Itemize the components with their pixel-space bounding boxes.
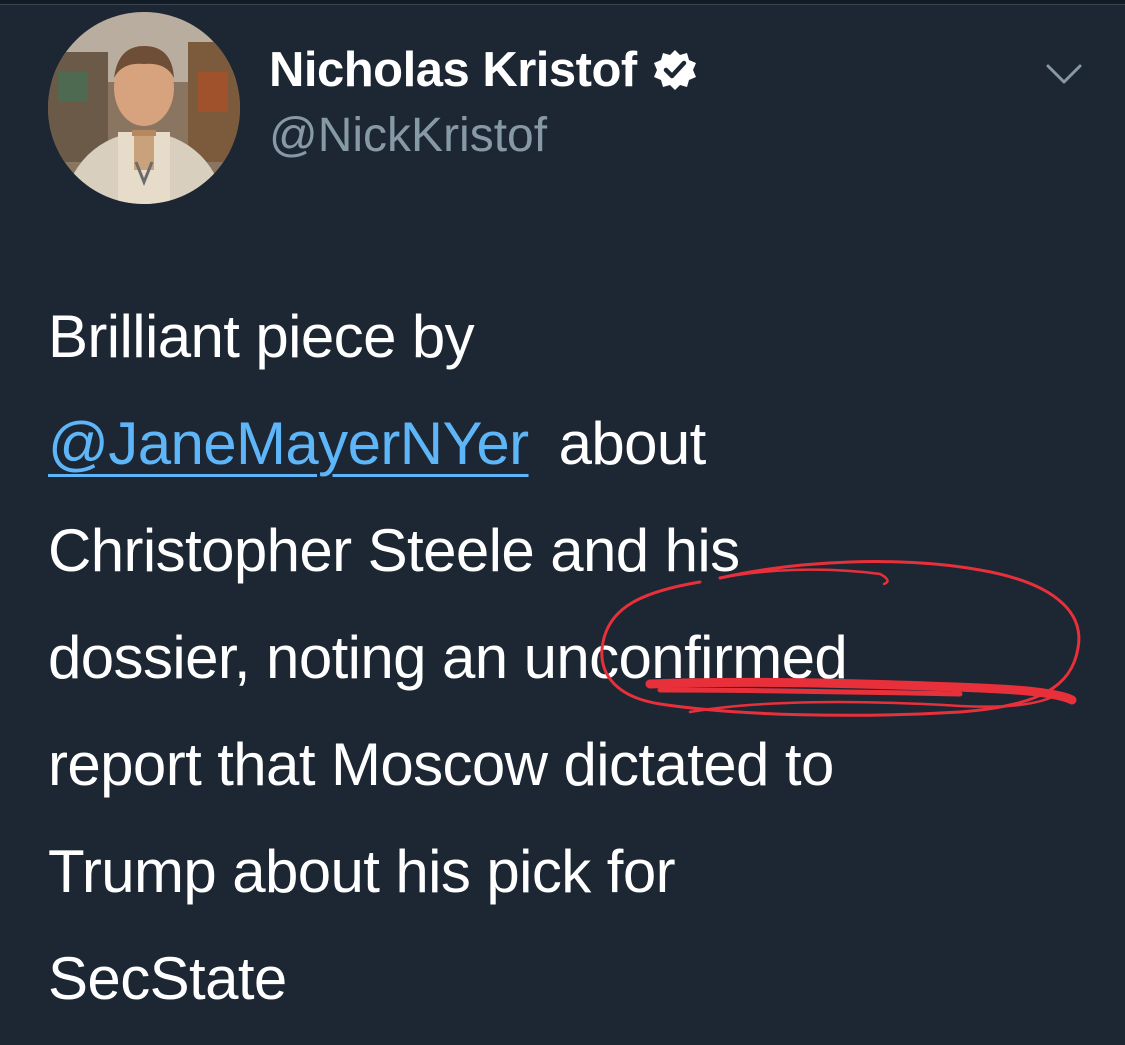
tweet-line: report that Moscow dictated to <box>48 731 834 798</box>
top-divider <box>0 0 1125 5</box>
tweet-text: Brilliant piece by @JaneMayerNYer about … <box>48 283 1108 1032</box>
tweet-line: Brilliant piece by <box>48 303 475 370</box>
profile-photo-icon <box>48 12 240 204</box>
verified-badge-icon <box>651 46 699 94</box>
tweet-line: SecState <box>48 945 287 1012</box>
avatar[interactable] <box>48 12 240 204</box>
mention-link[interactable]: @JaneMayerNYer <box>48 410 529 477</box>
user-handle[interactable]: @NickKristof <box>269 108 547 163</box>
display-name[interactable]: Nicholas Kristof <box>269 42 637 98</box>
tweet-line: Trump about his pick for <box>48 838 676 905</box>
tweet-line-text: about <box>542 410 707 477</box>
tweet-line: Christopher Steele and his <box>48 517 740 584</box>
user-name-row[interactable]: Nicholas Kristof <box>269 38 699 102</box>
tweet-line: dossier, noting an unconfirmed <box>48 624 848 691</box>
tweet-line: @JaneMayerNYer about <box>48 390 1108 497</box>
chevron-down-icon[interactable] <box>1044 60 1084 88</box>
